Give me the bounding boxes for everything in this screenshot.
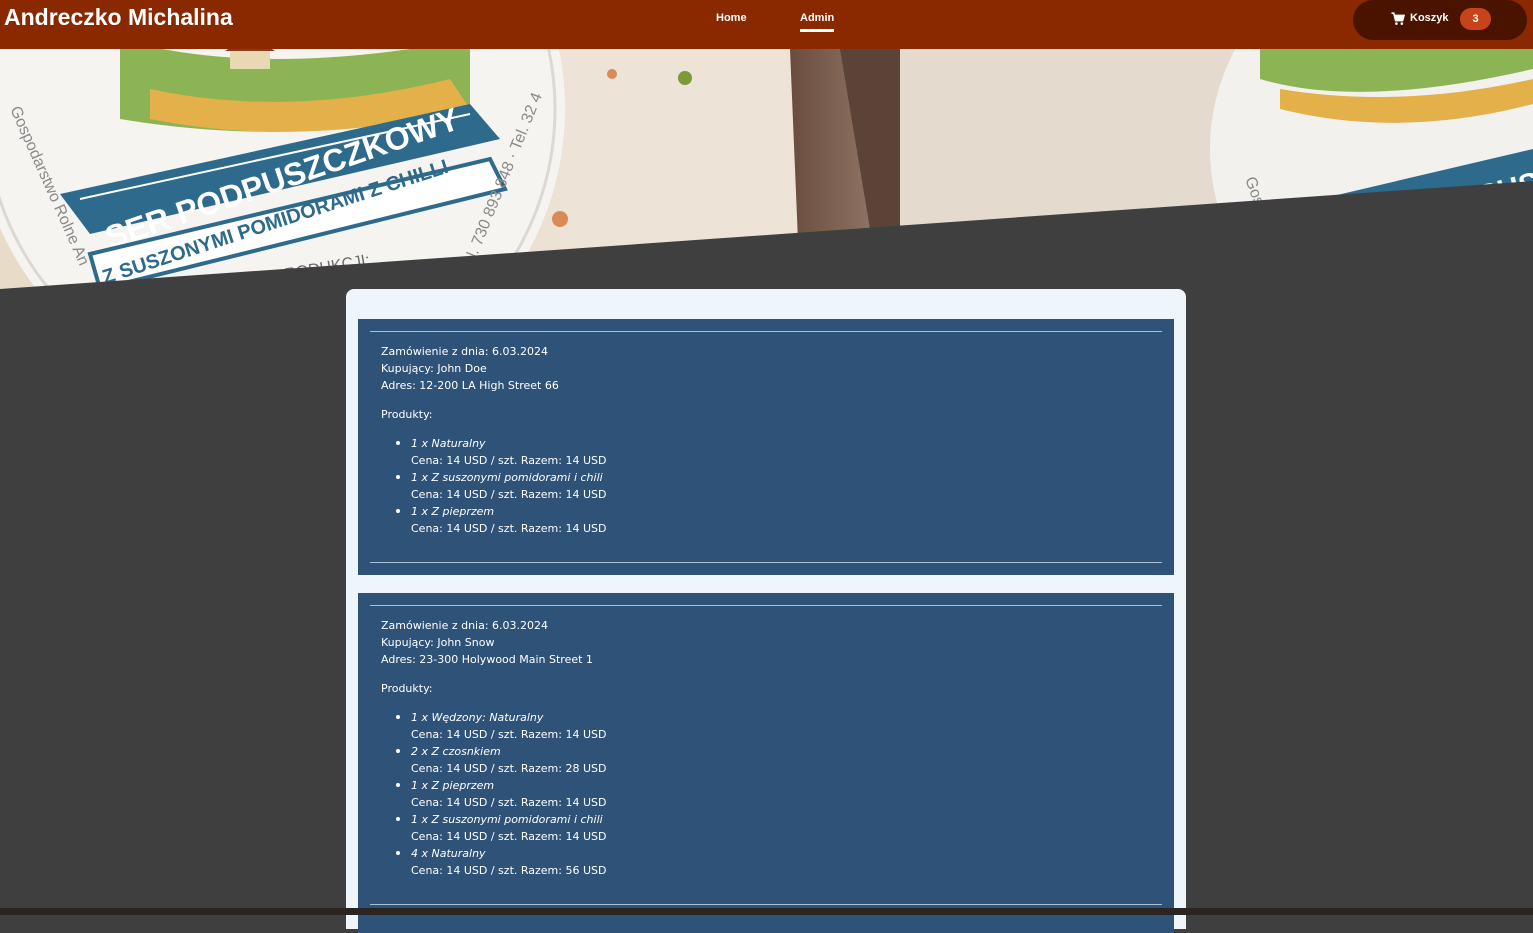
order-products-label: Produkty: (381, 682, 433, 695)
bullet-icon (396, 441, 400, 445)
bullet-icon (396, 817, 400, 821)
nav-admin-link[interactable]: Admin (800, 12, 835, 32)
order-card: Zamówienie z dnia: 6.03.2024 Kupujący: J… (358, 593, 1174, 933)
product-price: Cena: 14 USD / szt. Razem: 14 USD (411, 796, 607, 809)
product-name: 4 x Naturalny (411, 847, 486, 860)
product-name: 1 x Z pieprzem (411, 505, 495, 518)
bullet-icon (396, 851, 400, 855)
cart-label: Koszyk (1410, 12, 1449, 24)
order-products-list: 1 x Naturalny Cena: 14 USD / szt. Razem:… (381, 435, 606, 537)
order-address: Adres: 12-200 LA High Street 66 (381, 379, 559, 392)
order-card: Zamówienie z dnia: 6.03.2024 Kupujący: J… (358, 319, 1174, 575)
product-price: Cena: 14 USD / szt. Razem: 14 USD (411, 522, 607, 535)
order-divider (370, 904, 1162, 905)
product-item: 2 x Z czosnkiem Cena: 14 USD / szt. Raze… (381, 743, 606, 777)
order-date: Zamówienie z dnia: 6.03.2024 (381, 345, 549, 358)
bullet-icon (396, 749, 400, 753)
product-item: 1 x Z pieprzem Cena: 14 USD / szt. Razem… (381, 503, 606, 537)
order-products-list: 1 x Wędzony: Naturalny Cena: 14 USD / sz… (381, 709, 606, 879)
order-products-label: Produkty: (381, 408, 433, 421)
bullet-icon (396, 509, 400, 513)
order-buyer: Kupujący: John Doe (381, 362, 487, 375)
product-name: 1 x Z suszonymi pomidorami i chili (411, 813, 603, 826)
hero-banner: SER PODPUSZCZKOWY Z SUSZONYMI POMIDORAMI… (0, 49, 1533, 289)
order-divider (370, 605, 1162, 606)
product-item: 1 x Z suszonymi pomidorami i chili Cena:… (381, 811, 606, 845)
orders-panel: Zamówienie z dnia: 6.03.2024 Kupujący: J… (346, 289, 1186, 933)
product-price: Cena: 14 USD / szt. Razem: 14 USD (411, 728, 607, 741)
cart-button[interactable]: Koszyk 3 (1353, 0, 1527, 40)
product-name: 1 x Z suszonymi pomidorami i chili (411, 471, 603, 484)
bullet-icon (396, 783, 400, 787)
product-price: Cena: 14 USD / szt. Razem: 14 USD (411, 488, 607, 501)
product-name: 1 x Z pieprzem (411, 779, 495, 792)
nav-home-link[interactable]: Home (716, 12, 747, 29)
brand-title[interactable]: Andreczko Michalina (4, 4, 233, 31)
product-name: 1 x Naturalny (411, 437, 486, 450)
bullet-icon (396, 715, 400, 719)
product-item: 1 x Z suszonymi pomidorami i chili Cena:… (381, 469, 606, 503)
top-navbar: Andreczko Michalina Home Admin Koszyk 3 (0, 0, 1533, 49)
order-address: Adres: 23-300 Holywood Main Street 1 (381, 653, 593, 666)
product-price: Cena: 14 USD / szt. Razem: 14 USD (411, 830, 607, 843)
order-date: Zamówienie z dnia: 6.03.2024 (381, 619, 549, 632)
order-divider (370, 562, 1162, 563)
product-item: 4 x Naturalny Cena: 14 USD / szt. Razem:… (381, 845, 606, 879)
product-item: 1 x Naturalny Cena: 14 USD / szt. Razem:… (381, 435, 606, 469)
bullet-icon (396, 475, 400, 479)
order-buyer: Kupujący: John Snow (381, 636, 495, 649)
order-divider (370, 331, 1162, 332)
hero-cheese-photo: SER PODPUSZCZKOWY Z SUSZONYMI POMIDORAMI… (0, 49, 1533, 289)
cart-icon (1391, 12, 1405, 25)
product-name: 2 x Z czosnkiem (411, 745, 501, 758)
product-price: Cena: 14 USD / szt. Razem: 14 USD (411, 454, 607, 467)
horizontal-scrollbar[interactable] (0, 908, 1533, 915)
cart-count-badge: 3 (1460, 8, 1491, 30)
product-price: Cena: 14 USD / szt. Razem: 56 USD (411, 864, 607, 877)
product-item: 1 x Z pieprzem Cena: 14 USD / szt. Razem… (381, 777, 606, 811)
product-name: 1 x Wędzony: Naturalny (411, 711, 544, 724)
product-price: Cena: 14 USD / szt. Razem: 28 USD (411, 762, 607, 775)
product-item: 1 x Wędzony: Naturalny Cena: 14 USD / sz… (381, 709, 606, 743)
